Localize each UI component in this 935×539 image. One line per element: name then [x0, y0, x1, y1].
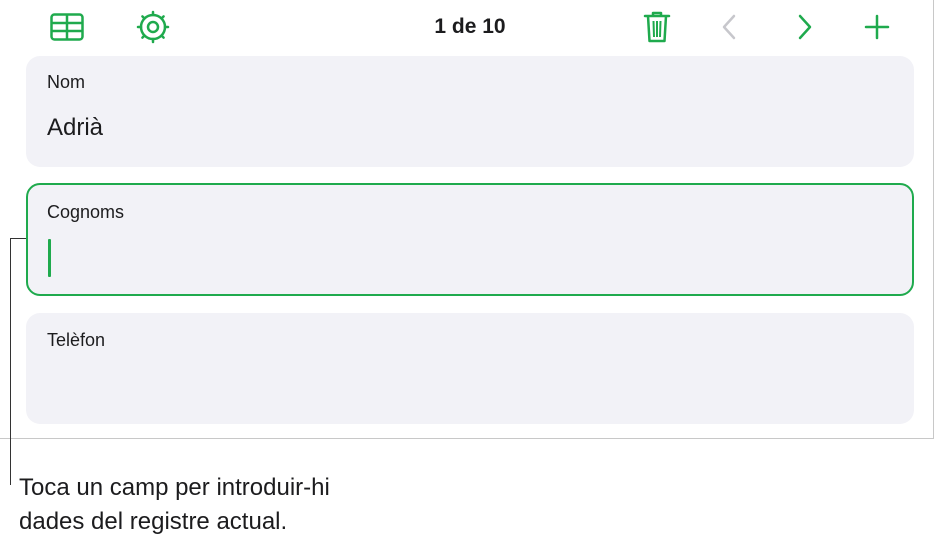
field-label: Cognoms — [47, 202, 125, 222]
callout-text: Toca un camp per introduir-hi dades del … — [19, 471, 330, 539]
callout-leader-vertical — [10, 238, 11, 485]
text-cursor — [48, 239, 51, 277]
table-view-button[interactable] — [46, 10, 88, 44]
form-screen: 1 de 10 Nom Adrià Cognoms Telèfon — [0, 0, 934, 439]
gear-icon — [136, 10, 170, 44]
previous-record-button[interactable] — [714, 10, 744, 44]
callout-line-1: Toca un camp per introduir-hi — [19, 474, 330, 501]
next-record-button[interactable] — [790, 10, 820, 44]
add-record-button[interactable] — [860, 10, 894, 44]
trash-icon — [643, 11, 671, 43]
chevron-left-icon — [722, 14, 736, 40]
callout-line-2: dades del registre actual. — [19, 508, 288, 535]
field-value[interactable]: Adrià — [47, 114, 103, 142]
field-label: Telèfon — [47, 330, 106, 350]
callout-leader-horizontal — [10, 238, 26, 239]
field-card-cognoms[interactable]: Cognoms — [26, 183, 914, 296]
field-card-nom[interactable]: Nom Adrià — [26, 56, 914, 167]
record-counter: 1 de 10 — [434, 15, 506, 38]
plus-icon — [864, 14, 890, 40]
form-settings-button[interactable] — [134, 8, 172, 46]
chevron-right-icon — [798, 14, 812, 40]
table-icon — [50, 13, 84, 41]
delete-record-button[interactable] — [640, 8, 674, 46]
field-card-telefon[interactable]: Telèfon — [26, 313, 914, 424]
field-label: Nom — [47, 72, 86, 92]
